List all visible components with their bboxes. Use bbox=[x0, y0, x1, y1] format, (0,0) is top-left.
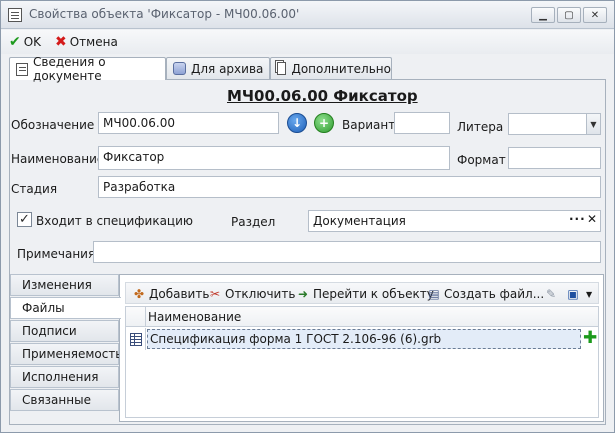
stage-label: Стадия bbox=[11, 182, 58, 196]
move-down-button[interactable]: ↓ bbox=[287, 113, 307, 133]
format-field[interactable] bbox=[508, 147, 601, 169]
side-tab-related[interactable]: Связанные bbox=[10, 389, 119, 411]
edit-icon: ✎ bbox=[545, 287, 557, 301]
litera-dropdown-button[interactable]: ▼ bbox=[586, 114, 600, 134]
tab-additional[interactable]: Дополнительно bbox=[270, 57, 392, 79]
arrow-down-icon: ↓ bbox=[291, 116, 303, 130]
ok-label: OK bbox=[23, 35, 42, 49]
minimize-icon: ▁ bbox=[539, 9, 547, 21]
create-file-button[interactable]: ▤ Создать файл... bbox=[427, 285, 544, 303]
section-browse-button[interactable]: ··· bbox=[569, 212, 586, 226]
pages-icon bbox=[277, 62, 287, 75]
goto-label: Перейти к объекту bbox=[313, 287, 434, 301]
toolbar-overflow-button[interactable]: ▼ bbox=[586, 285, 592, 303]
edit-button[interactable]: ✎ bbox=[544, 285, 561, 303]
minimize-button[interactable]: ▁ bbox=[531, 7, 555, 23]
window-title: Свойства объекта 'Фиксатор - МЧ00.06.00' bbox=[29, 7, 300, 21]
clear-icon: ✕ bbox=[587, 212, 599, 226]
grid-header: Наименование bbox=[126, 307, 598, 327]
variant-label: Вариант bbox=[342, 118, 396, 132]
disconnect-icon: ✂ bbox=[209, 287, 221, 301]
chevron-down-icon: ▼ bbox=[586, 289, 593, 299]
section-clear-button[interactable]: ✕ bbox=[587, 212, 598, 226]
goto-icon: ➜ bbox=[297, 287, 309, 301]
tab-document-info[interactable]: Сведения о документе bbox=[9, 55, 166, 83]
in-spec-label: Входит в спецификацию bbox=[36, 214, 193, 228]
add-file-label: Добавить bbox=[149, 287, 210, 301]
maximize-button[interactable]: ▢ bbox=[557, 7, 581, 23]
cancel-icon: ✖ bbox=[55, 34, 67, 50]
cancel-button[interactable]: ✖ Отмена bbox=[55, 33, 118, 51]
side-tab-label: Связанные bbox=[22, 393, 91, 407]
format-label: Формат bbox=[457, 153, 506, 167]
side-tab-label: Исполнения bbox=[22, 370, 99, 384]
tab-label: Сведения о документе bbox=[33, 55, 106, 83]
side-tab-executions[interactable]: Исполнения bbox=[10, 366, 119, 388]
create-file-label: Создать файл... bbox=[444, 287, 545, 301]
maximize-icon: ▢ bbox=[564, 9, 574, 21]
files-toolbar: ✤ Добавить ✂ Отключить ➜ Перейти к объек… bbox=[125, 282, 599, 304]
goto-object-button[interactable]: ➜ Перейти к объекту bbox=[296, 285, 434, 303]
notes-label: Примечания bbox=[17, 247, 96, 261]
tab-label: Для архива bbox=[191, 61, 264, 76]
app-icon bbox=[8, 8, 22, 22]
side-tab-changes[interactable]: Изменения bbox=[10, 274, 119, 296]
disconnect-button[interactable]: ✂ Отключить bbox=[208, 285, 295, 303]
table-row[interactable]: Спецификация форма 1 ГОСТ 2.106-96 (6).g… bbox=[126, 328, 598, 350]
section-label: Раздел bbox=[231, 215, 276, 229]
notes-field[interactable] bbox=[93, 241, 601, 263]
ok-button[interactable]: ✔ OK bbox=[9, 33, 41, 51]
side-tab-label: Файлы bbox=[22, 301, 65, 315]
column-header-name[interactable]: Наименование bbox=[148, 310, 241, 324]
add-button[interactable]: + bbox=[314, 113, 334, 133]
section-field[interactable]: Документация bbox=[308, 210, 601, 232]
archive-icon bbox=[173, 62, 186, 75]
create-file-icon: ▤ bbox=[428, 287, 440, 301]
add-row-icon[interactable]: ✚ bbox=[583, 330, 597, 347]
side-tab-applicability[interactable]: Применяемость bbox=[10, 343, 123, 365]
side-tab-label: Подписи bbox=[22, 324, 77, 338]
save-icon: ▣ bbox=[567, 287, 579, 301]
litera-label: Литера bbox=[457, 120, 504, 134]
grid-corner bbox=[126, 307, 146, 327]
side-tab-signatures[interactable]: Подписи bbox=[10, 320, 119, 342]
side-tab-label: Изменения bbox=[22, 278, 92, 292]
chevron-down-icon: ▼ bbox=[590, 119, 597, 129]
document-icon bbox=[16, 62, 29, 76]
checkmark-icon: ✓ bbox=[19, 212, 30, 227]
save-button[interactable]: ▣ bbox=[566, 285, 583, 303]
name-label: Наименование bbox=[11, 152, 105, 166]
name-field[interactable]: Фиксатор bbox=[98, 146, 450, 170]
stage-field[interactable]: Разработка bbox=[98, 176, 601, 198]
side-tab-label: Применяемость bbox=[22, 347, 123, 361]
designation-label: Обозначение bbox=[11, 118, 95, 132]
properties-window: Свойства объекта 'Фиксатор - МЧ00.06.00'… bbox=[0, 0, 615, 433]
close-button[interactable]: ✕ bbox=[583, 7, 607, 23]
variant-field[interactable] bbox=[394, 112, 450, 134]
in-spec-checkbox[interactable]: ✓ bbox=[17, 212, 32, 227]
files-grid: Наименование Спецификация форма 1 ГОСТ 2… bbox=[125, 306, 599, 418]
plus-icon: + bbox=[318, 116, 330, 130]
row-selector[interactable] bbox=[126, 328, 146, 350]
add-file-icon: ✤ bbox=[133, 287, 145, 301]
main-toolbar: ✔ OK ✖ Отмена bbox=[1, 30, 614, 54]
add-file-button[interactable]: ✤ Добавить bbox=[132, 285, 209, 303]
close-icon: ✕ bbox=[590, 9, 600, 21]
file-name-cell[interactable]: Спецификация форма 1 ГОСТ 2.106-96 (6).g… bbox=[147, 329, 581, 349]
check-icon: ✔ bbox=[9, 34, 21, 50]
side-tab-files[interactable]: Файлы bbox=[10, 297, 121, 319]
title-bar[interactable]: Свойства объекта 'Фиксатор - МЧ00.06.00'… bbox=[1, 1, 614, 29]
tab-label: Дополнительно bbox=[291, 61, 391, 76]
table-icon bbox=[129, 332, 142, 346]
designation-field[interactable]: МЧ00.06.00 bbox=[98, 112, 279, 134]
ellipsis-icon: ··· bbox=[569, 212, 586, 226]
disconnect-label: Отключить bbox=[225, 287, 296, 301]
document-header: МЧ00.06.00 Фиксатор bbox=[227, 87, 418, 105]
tab-archive[interactable]: Для архива bbox=[166, 57, 270, 79]
cancel-label: Отмена bbox=[69, 35, 118, 49]
